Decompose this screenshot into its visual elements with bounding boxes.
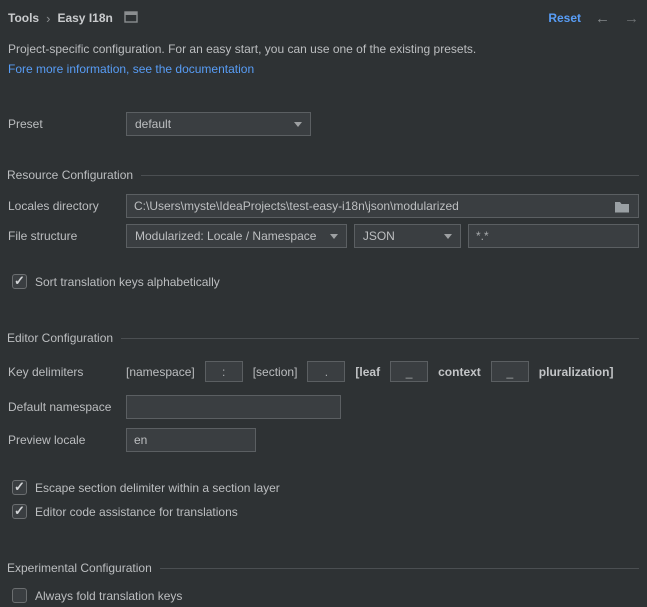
default-namespace-label: Default namespace bbox=[8, 400, 126, 414]
section-divider bbox=[160, 568, 639, 569]
leaf-text: [leaf bbox=[355, 365, 380, 379]
key-delimiters-row: Key delimiters [namespace] [section] [le… bbox=[8, 361, 639, 382]
section-divider bbox=[121, 338, 639, 339]
file-structure-row: File structure Modularized: Locale / Nam… bbox=[8, 224, 639, 248]
file-format-select[interactable]: JSON bbox=[354, 224, 461, 248]
section-title: Experimental Configuration bbox=[7, 561, 152, 575]
code-assistance-checkbox[interactable]: Editor code assistance for translations bbox=[12, 504, 639, 519]
preset-select-value: default bbox=[135, 117, 171, 131]
chevron-down-icon bbox=[444, 234, 452, 239]
preview-locale-label: Preview locale bbox=[8, 433, 126, 447]
default-namespace-row: Default namespace bbox=[8, 395, 639, 419]
folder-browse-button[interactable] bbox=[612, 200, 632, 213]
breadcrumb-easy-i18n: Easy I18n bbox=[57, 11, 112, 25]
escape-section-checkbox[interactable]: Escape section delimiter within a sectio… bbox=[12, 480, 639, 495]
section-delimiter-input[interactable] bbox=[307, 361, 345, 382]
file-structure-select[interactable]: Modularized: Locale / Namespace bbox=[126, 224, 347, 248]
documentation-link[interactable]: Fore more information, see the documenta… bbox=[8, 62, 639, 76]
preview-locale-row: Preview locale bbox=[8, 428, 639, 452]
breadcrumb: Tools › Easy I18n bbox=[8, 11, 138, 26]
file-structure-select-value: Modularized: Locale / Namespace bbox=[135, 229, 316, 243]
locales-directory-input[interactable] bbox=[127, 195, 612, 217]
preview-locale-input[interactable] bbox=[126, 428, 256, 452]
file-structure-label: File structure bbox=[8, 229, 126, 243]
section-title: Resource Configuration bbox=[7, 168, 133, 182]
section-experimental-configuration: Experimental Configuration bbox=[7, 561, 639, 575]
breadcrumb-separator-icon: › bbox=[46, 11, 50, 26]
locales-directory-row: Locales directory bbox=[8, 194, 639, 218]
checkbox-label: Always fold translation keys bbox=[35, 589, 182, 603]
section-editor-configuration: Editor Configuration bbox=[7, 331, 639, 345]
forward-arrow-icon[interactable]: → bbox=[624, 11, 639, 26]
checkbox-label: Editor code assistance for translations bbox=[35, 505, 238, 519]
description-text: Project-specific configuration. For an e… bbox=[8, 42, 639, 56]
folder-icon bbox=[614, 200, 630, 213]
key-delimiters-label: Key delimiters bbox=[8, 365, 126, 379]
breadcrumb-tools[interactable]: Tools bbox=[8, 11, 39, 25]
settings-header: Tools › Easy I18n Reset ← → bbox=[8, 6, 639, 30]
checkbox-box[interactable] bbox=[12, 480, 27, 495]
section-text: [section] bbox=[253, 365, 298, 379]
section-title: Editor Configuration bbox=[7, 331, 113, 345]
checkbox-box[interactable] bbox=[12, 274, 27, 289]
checkbox-label: Escape section delimiter within a sectio… bbox=[35, 481, 280, 495]
chevron-down-icon bbox=[294, 122, 302, 127]
preset-row: Preset default bbox=[8, 112, 639, 136]
settings-page: Tools › Easy I18n Reset ← → Project-spec… bbox=[0, 0, 647, 603]
section-divider bbox=[141, 175, 639, 176]
checkbox-box[interactable] bbox=[12, 588, 27, 603]
edit-source-icon[interactable] bbox=[124, 11, 138, 26]
checkbox-box[interactable] bbox=[12, 504, 27, 519]
fold-keys-checkbox[interactable]: Always fold translation keys bbox=[12, 588, 639, 603]
back-arrow-icon[interactable]: ← bbox=[595, 11, 610, 26]
preset-select[interactable]: default bbox=[126, 112, 311, 136]
sort-keys-checkbox[interactable]: Sort translation keys alphabetically bbox=[12, 274, 639, 289]
context-text: context bbox=[438, 365, 481, 379]
section-resource-configuration: Resource Configuration bbox=[7, 168, 639, 182]
chevron-down-icon bbox=[330, 234, 338, 239]
header-actions: Reset ← → bbox=[548, 11, 639, 26]
context-delimiter-input[interactable] bbox=[491, 361, 529, 382]
pluralization-text: pluralization] bbox=[539, 365, 614, 379]
locales-directory-field[interactable] bbox=[126, 194, 639, 218]
namespace-text: [namespace] bbox=[126, 365, 195, 379]
preset-label: Preset bbox=[8, 117, 126, 131]
leaf-delimiter-input[interactable] bbox=[390, 361, 428, 382]
file-format-select-value: JSON bbox=[363, 229, 395, 243]
namespace-delimiter-input[interactable] bbox=[205, 361, 243, 382]
locales-directory-label: Locales directory bbox=[8, 199, 126, 213]
checkbox-label: Sort translation keys alphabetically bbox=[35, 275, 220, 289]
default-namespace-input[interactable] bbox=[126, 395, 341, 419]
reset-button[interactable]: Reset bbox=[548, 11, 581, 25]
file-pattern-input[interactable] bbox=[468, 224, 639, 248]
